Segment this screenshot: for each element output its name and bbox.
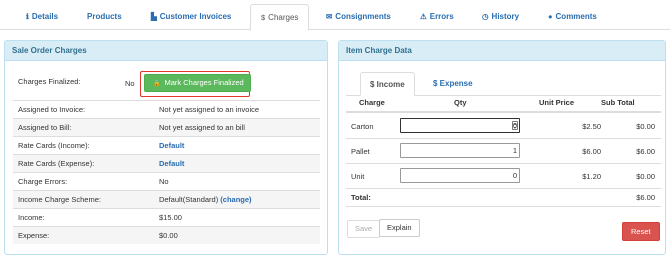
sub-total: $6.00: [636, 147, 655, 156]
tab-details[interactable]: ℹ Details: [26, 4, 58, 30]
info-icon: ℹ: [26, 12, 29, 21]
document-icon: ▙: [151, 12, 157, 21]
charges-finalized-value: No: [125, 79, 135, 88]
tab-history[interactable]: ◷ History: [482, 4, 519, 30]
dollar-icon: $: [370, 80, 377, 89]
change-scheme-link[interactable]: (change): [220, 195, 251, 204]
total-value: $6.00: [636, 193, 655, 202]
row-divider: [346, 188, 661, 189]
tab-expense[interactable]: $ Expense: [433, 72, 473, 96]
dollar-icon: $: [433, 79, 440, 88]
comment-icon: ●: [548, 12, 553, 21]
charge-name: Carton: [351, 122, 374, 131]
envelope-icon: ✉: [326, 12, 333, 21]
spinner-icon[interactable]: ▴ ▾: [512, 121, 518, 130]
unit-price: $2.50: [582, 122, 601, 131]
row-income-charge-scheme: Income Charge Scheme: Default(Standard) (…: [13, 190, 320, 208]
sale-order-charges-panel: Sale Order Charges Charges Finalized: No…: [4, 40, 328, 255]
dollar-icon: $: [261, 13, 266, 22]
explain-button[interactable]: Explain: [379, 219, 420, 237]
item-charge-data-panel: Item Charge Data $ Income $ Expense Char…: [338, 40, 666, 255]
qty-input-unit[interactable]: 0: [400, 168, 520, 183]
tab-charges[interactable]: $ Charges: [250, 4, 310, 31]
row-rate-cards-expense: Rate Cards (Expense): Default: [13, 154, 320, 172]
charge-name: Unit: [351, 172, 365, 181]
row-divider: [346, 206, 661, 207]
sub-total: $0.00: [636, 172, 655, 181]
panel-title: Sale Order Charges: [5, 41, 327, 61]
col-qty-header: Qty: [454, 98, 467, 107]
panel-title: Item Charge Data: [339, 41, 665, 61]
tab-customer-invoices[interactable]: ▙ Customer Invoices: [151, 4, 231, 30]
tab-comments[interactable]: ● Comments: [548, 4, 597, 30]
row-divider: [346, 138, 661, 139]
save-button[interactable]: Save: [347, 220, 381, 238]
rate-card-expense-link[interactable]: Default: [159, 155, 184, 173]
mark-charges-finalized-button[interactable]: 🔒 Mark Charges Finalized: [144, 74, 251, 92]
tab-bar: ℹ Details Products ▙ Customer Invoices $ Ch…: [0, 4, 670, 31]
unit-price: $6.00: [582, 147, 601, 156]
row-assigned-bill: Assigned to Bill: Not yet assigned to an …: [13, 118, 320, 136]
col-sub-total-header: Sub Total: [601, 98, 635, 107]
row-divider: [346, 163, 661, 164]
charge-name: Pallet: [351, 147, 370, 156]
col-unit-price-header: Unit Price: [539, 98, 575, 107]
sub-total: $0.00: [636, 122, 655, 131]
charges-finalized-label: Charges Finalized:: [18, 77, 81, 86]
row-charge-errors: Charge Errors: No: [13, 172, 320, 190]
unit-price: $1.20: [582, 172, 601, 181]
header-divider: [346, 111, 661, 113]
reset-button[interactable]: Reset: [622, 222, 660, 241]
tab-income[interactable]: $ Income: [360, 72, 415, 96]
qty-input-carton[interactable]: 0 ▴ ▾: [400, 118, 520, 133]
total-label: Total:: [351, 193, 371, 202]
clock-icon: ◷: [482, 12, 489, 21]
row-rate-cards-income: Rate Cards (Income): Default: [13, 136, 320, 154]
row-expense: Expense: $0.00: [13, 226, 320, 244]
tab-errors[interactable]: ⚠ Errors: [420, 4, 454, 30]
row-income: Income: $15.00: [13, 208, 320, 226]
tab-consignments[interactable]: ✉ Consignments: [326, 4, 391, 30]
lock-icon: 🔒: [153, 81, 161, 87]
tab-products[interactable]: Products: [87, 4, 122, 30]
qty-input-pallet[interactable]: 1: [400, 143, 520, 158]
rate-card-income-link[interactable]: Default: [159, 137, 184, 155]
row-assigned-invoice: Assigned to Invoice: Not yet assigned to …: [13, 100, 320, 118]
warning-icon: ⚠: [420, 12, 427, 21]
col-charge-header: Charge: [359, 98, 385, 107]
